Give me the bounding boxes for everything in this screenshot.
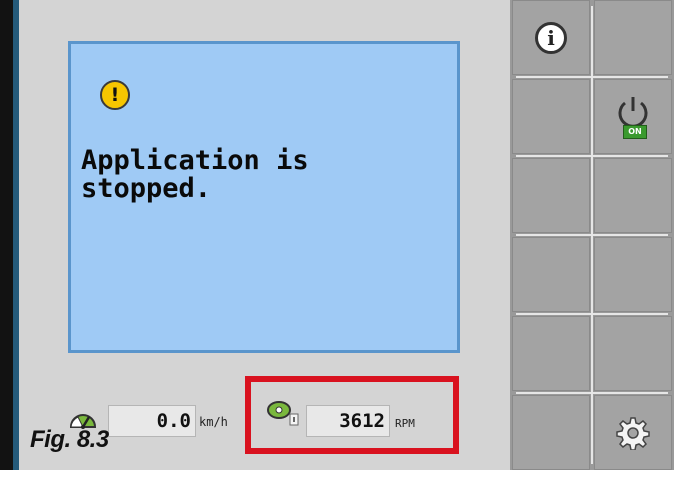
warning-icon: ! — [100, 80, 130, 110]
message-dialog: ! Application is stopped. — [68, 41, 460, 353]
power-on-icon: ON — [613, 95, 653, 139]
softkey-divider-h — [516, 313, 668, 315]
softkey-empty-6[interactable] — [594, 237, 672, 312]
softkey-empty-5[interactable] — [512, 237, 590, 312]
gear-icon — [616, 416, 650, 450]
figure-label: Fig. 8.3 — [30, 426, 109, 453]
softkey-empty-1[interactable] — [594, 0, 672, 75]
softkey-divider-h — [516, 76, 668, 78]
softkey-empty-2[interactable] — [512, 79, 590, 154]
speed-unit: km/h — [199, 415, 228, 429]
rpm-highlight-frame — [245, 376, 459, 454]
softkey-divider-h — [516, 392, 668, 394]
softkey-divider-h — [516, 155, 668, 157]
softkey-empty-3[interactable] — [512, 158, 590, 233]
softkey-empty-9[interactable] — [512, 395, 590, 470]
info-icon: i — [535, 21, 567, 54]
info-button[interactable]: i — [512, 0, 590, 75]
power-on-badge: ON — [623, 124, 647, 139]
power-button[interactable]: ON — [594, 79, 672, 154]
speed-value: 0.0 — [108, 405, 196, 437]
terminal-screen: ! Application is stopped. i ON 0.0 km/h … — [0, 0, 674, 470]
message-text: Application is stopped. — [81, 145, 309, 204]
screen-left-accent — [13, 0, 19, 470]
softkey-divider-h — [516, 234, 668, 236]
softkey-column: i ON — [510, 0, 674, 470]
softkey-empty-7[interactable] — [512, 316, 590, 391]
softkey-empty-8[interactable] — [594, 316, 672, 391]
screen-left-edge — [0, 0, 13, 470]
softkey-empty-4[interactable] — [594, 158, 672, 233]
settings-button[interactable] — [594, 395, 672, 470]
